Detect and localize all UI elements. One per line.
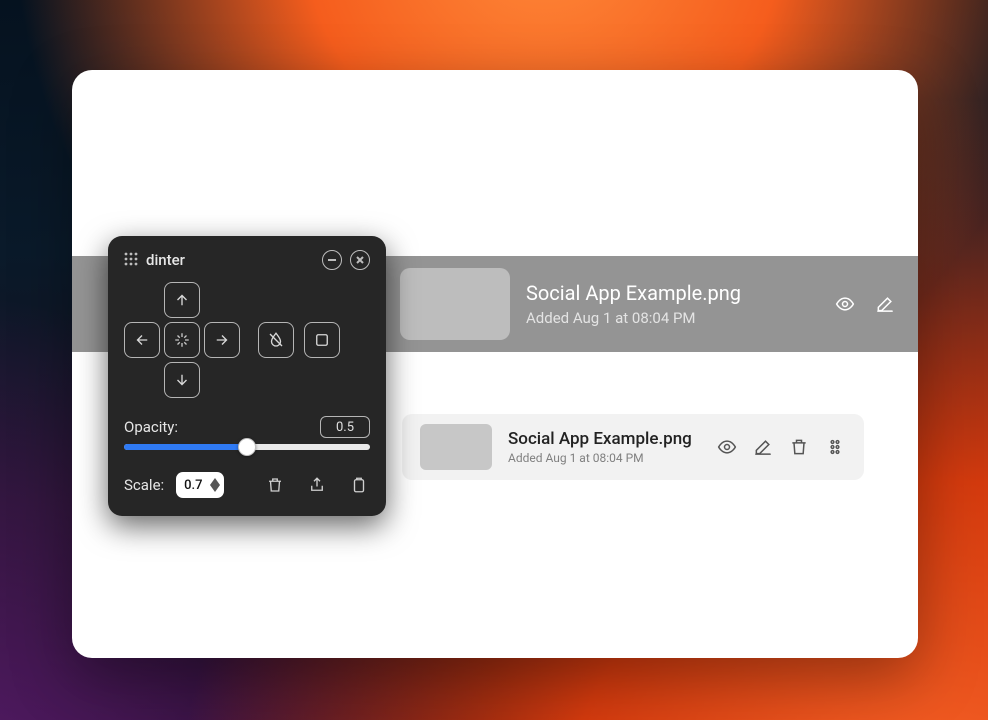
fit-button[interactable] <box>304 322 340 358</box>
sparkle-icon <box>173 331 191 349</box>
arrow-left-icon <box>133 331 151 349</box>
drag-handle[interactable] <box>824 436 846 458</box>
nudge-up-button[interactable] <box>164 282 200 318</box>
droplet-off-icon <box>267 331 285 349</box>
nudge-left-button[interactable] <box>124 322 160 358</box>
trash-icon <box>789 437 809 457</box>
minimize-button[interactable] <box>322 250 342 270</box>
opacity-label: Opacity: <box>124 418 178 436</box>
slider-thumb[interactable] <box>238 438 256 456</box>
drag-dots-icon <box>825 437 845 457</box>
copy-button[interactable] <box>348 474 370 496</box>
stepper-up-icon[interactable] <box>210 478 220 485</box>
pencil-icon <box>875 294 895 314</box>
view-button[interactable] <box>834 293 856 315</box>
file-title: Social App Example.png <box>526 281 741 305</box>
pencil-icon <box>753 437 773 457</box>
close-button[interactable] <box>350 250 370 270</box>
file-row-small[interactable]: Social App Example.png Added Aug 1 at 08… <box>402 414 864 480</box>
share-button[interactable] <box>306 474 328 496</box>
stepper-down-icon[interactable] <box>210 485 220 492</box>
arrow-up-icon <box>173 291 191 309</box>
control-panel[interactable]: dinter <box>108 236 386 516</box>
file-thumbnail <box>420 424 492 470</box>
eye-icon <box>835 294 855 314</box>
edit-button[interactable] <box>752 436 774 458</box>
file-title: Social App Example.png <box>508 429 692 449</box>
nudge-down-button[interactable] <box>164 362 200 398</box>
delete-button[interactable] <box>264 474 286 496</box>
close-icon <box>355 255 365 265</box>
view-button[interactable] <box>716 436 738 458</box>
eye-icon <box>717 437 737 457</box>
file-added-timestamp: Added Aug 1 at 08:04 PM <box>526 309 741 327</box>
file-added-timestamp: Added Aug 1 at 08:04 PM <box>508 451 692 465</box>
edit-button[interactable] <box>874 293 896 315</box>
toggle-visibility-button[interactable] <box>258 322 294 358</box>
scale-value: 0.7 <box>184 478 206 493</box>
slider-fill <box>124 444 247 450</box>
arrow-down-icon <box>173 371 191 389</box>
clipboard-icon <box>350 476 368 494</box>
minus-icon <box>327 255 337 265</box>
square-icon <box>313 331 331 349</box>
delete-button[interactable] <box>788 436 810 458</box>
nudge-dpad <box>124 282 240 398</box>
grip-icon <box>124 252 138 266</box>
share-icon <box>308 476 326 494</box>
file-meta: Social App Example.png Added Aug 1 at 08… <box>508 429 692 465</box>
trash-icon <box>266 476 284 494</box>
opacity-slider[interactable] <box>124 444 370 450</box>
panel-title: dinter <box>146 251 185 269</box>
scale-stepper[interactable]: 0.7 <box>176 472 224 498</box>
nudge-right-button[interactable] <box>204 322 240 358</box>
scale-label: Scale: <box>124 476 164 494</box>
opacity-value[interactable]: 0.5 <box>320 416 370 438</box>
file-thumbnail <box>400 268 510 340</box>
center-button[interactable] <box>164 322 200 358</box>
file-meta: Social App Example.png Added Aug 1 at 08… <box>526 281 741 327</box>
arrow-right-icon <box>213 331 231 349</box>
drag-grip[interactable] <box>124 251 138 270</box>
